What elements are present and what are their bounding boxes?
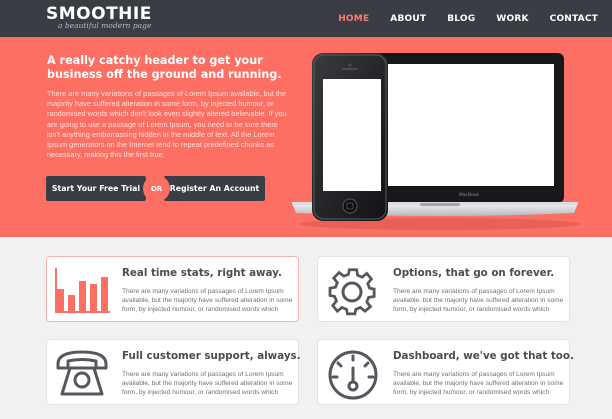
hero-title: A really catchy header to get your busin…	[47, 54, 282, 81]
top-navigation-bar: SMOOTHIE a beautiful modern page HOME AB…	[0, 0, 612, 37]
nav-item-about[interactable]: ABOUT	[390, 14, 426, 24]
feature-card-support[interactable]: Full customer support, always. There are…	[46, 339, 301, 405]
feature-card-stats[interactable]: Real time stats, right away. There are m…	[46, 256, 299, 322]
phone-icon	[56, 350, 108, 396]
device-mockup-image: MacBook	[292, 53, 580, 230]
register-account-button[interactable]: Register An Account	[164, 176, 265, 201]
dashboard-icon	[328, 350, 378, 400]
feature-description: There are many variations of passages of…	[122, 288, 293, 314]
nav-item-blog[interactable]: BLOG	[447, 14, 475, 24]
feature-card-options[interactable]: Options, that go on forever. There are m…	[317, 256, 570, 322]
feature-title: Full customer support, always.	[122, 350, 301, 362]
laptop-brand-label: MacBook	[459, 192, 480, 198]
main-nav: HOME ABOUT BLOG WORK CONTACT	[317, 0, 598, 37]
nav-item-contact[interactable]: CONTACT	[550, 14, 598, 24]
phone-mockup	[312, 53, 388, 221]
cta-group: Start Your Free Trial Register An Accoun…	[46, 175, 265, 202]
hero-section: A really catchy header to get your busin…	[0, 37, 612, 237]
start-free-trial-button[interactable]: Start Your Free Trial	[46, 176, 146, 201]
feature-title: Real time stats, right away.	[122, 267, 282, 279]
feature-description: There are many variations of passages of…	[393, 371, 564, 397]
feature-description: There are many variations of passages of…	[393, 288, 564, 314]
gear-icon	[328, 268, 376, 316]
feature-title: Options, that go on forever.	[393, 267, 555, 279]
feature-title: Dashboard, we've got that too.	[393, 350, 574, 362]
nav-item-home[interactable]: HOME	[338, 14, 369, 24]
hero-description: There are many variations of passages of…	[47, 89, 287, 160]
site-tagline: a beautiful modern page	[58, 21, 152, 30]
feature-card-dashboard[interactable]: Dashboard, we've got that too. There are…	[317, 339, 574, 405]
or-divider-badge: OR	[143, 175, 170, 202]
feature-description: There are many variations of passages of…	[122, 371, 293, 397]
bar-chart-icon	[55, 268, 110, 313]
nav-item-work[interactable]: WORK	[496, 14, 528, 24]
